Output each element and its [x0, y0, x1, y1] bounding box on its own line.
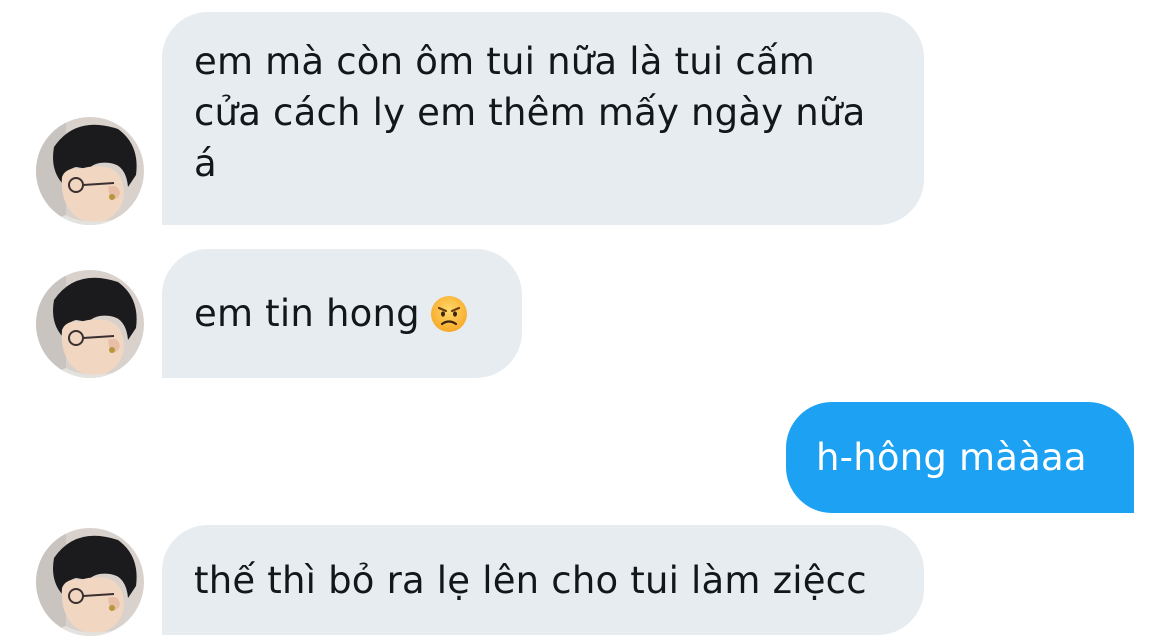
incoming-message-bubble[interactable]: thế thì bỏ ra lẹ lên cho tui làm ziệcc [162, 525, 924, 635]
avatar[interactable] [36, 270, 144, 378]
message-text-line: á [194, 142, 217, 185]
message-text-line: em mà còn ôm tui nữa là tui cấm [194, 40, 815, 83]
incoming-message-bubble[interactable]: em mà còn ôm tui nữa là tui cấm cửa cách… [162, 12, 924, 225]
message-text: em tin hong [194, 292, 420, 335]
message-text: thế thì bỏ ra lẹ lên cho tui làm ziệcc [194, 558, 867, 602]
incoming-message-bubble[interactable]: em tin hong [162, 249, 522, 378]
outgoing-message-bubble[interactable]: h-hông mààaa [786, 402, 1134, 513]
avatar[interactable] [36, 117, 144, 225]
angry-face-icon [430, 295, 467, 332]
message-text: h-hông mààaa [816, 436, 1087, 479]
avatar[interactable] [36, 528, 144, 636]
message-text-line: cửa cách ly em thêm mấy ngày nữa [194, 91, 866, 134]
